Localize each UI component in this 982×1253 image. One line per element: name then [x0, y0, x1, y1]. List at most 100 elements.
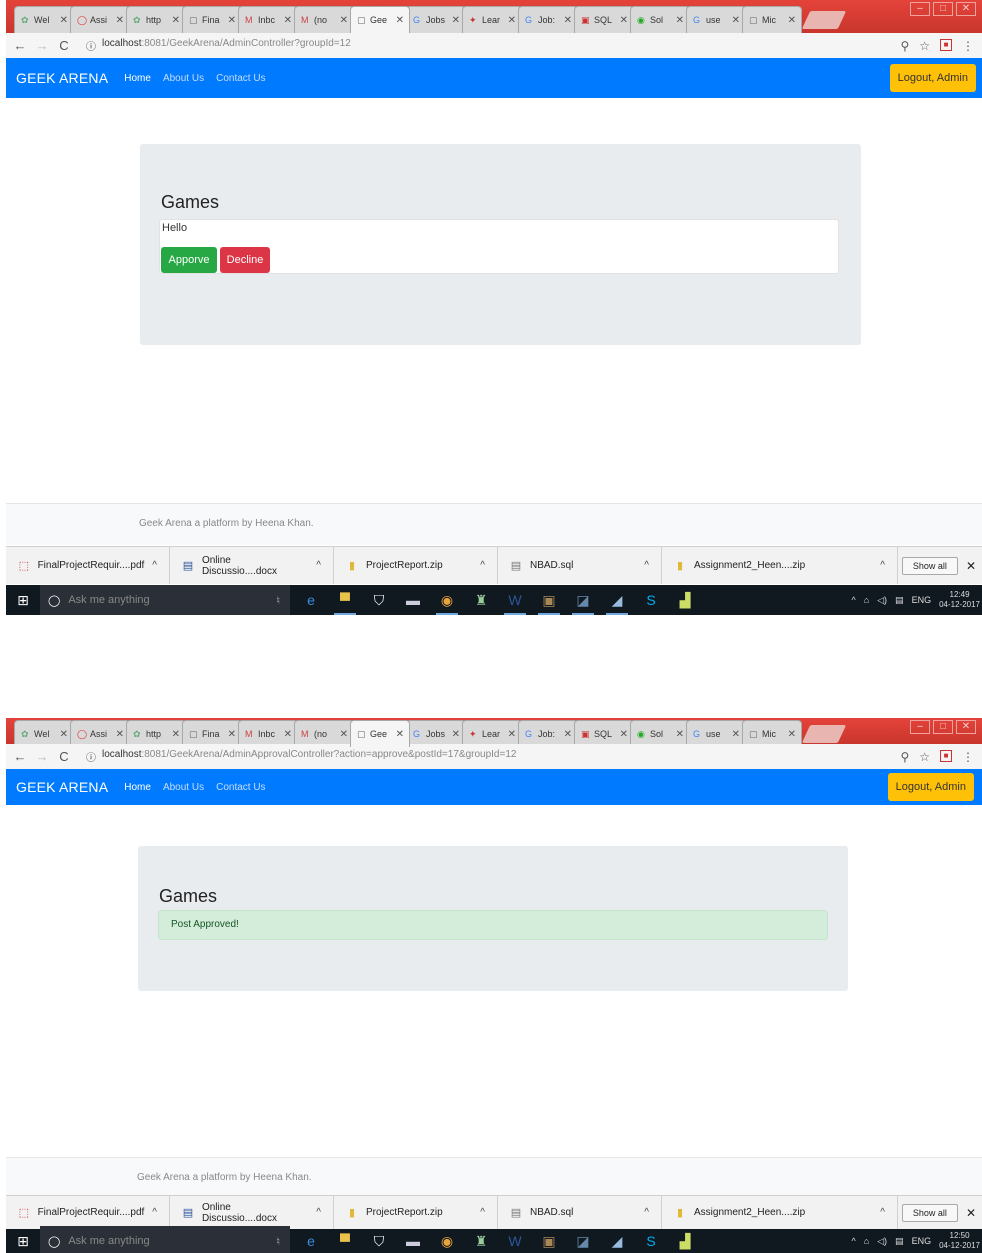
download-item[interactable]: ⬚ FinalProjectRequir....pdf ^ [6, 547, 170, 584]
browser-tab[interactable]: ▢ Mic ✕ [742, 720, 802, 747]
visual-studio-icon[interactable]: ◪ [566, 585, 600, 615]
chevron-up-icon[interactable]: ^ [880, 1207, 885, 1218]
bookmark-star-icon[interactable]: ☆ [919, 750, 930, 764]
minimize-icon[interactable]: – [910, 720, 930, 734]
paint-icon[interactable]: ◢ [600, 1226, 634, 1253]
maximize-icon[interactable]: □ [933, 2, 953, 16]
app2-icon[interactable]: ♜ [464, 585, 498, 615]
zoom-icon[interactable]: ⚲ [900, 750, 909, 764]
chevron-up-icon[interactable]: ^ [880, 560, 885, 571]
close-icon[interactable]: ✕ [966, 1206, 976, 1220]
chrome-icon[interactable]: ◉ [430, 585, 464, 615]
logout-button[interactable]: Logout, Admin [887, 773, 974, 801]
tab-close-icon[interactable]: ✕ [172, 15, 180, 26]
tab-close-icon[interactable]: ✕ [60, 729, 68, 740]
browser-tab[interactable]: Guse ✕ [686, 6, 746, 33]
tab-close-icon[interactable]: ✕ [172, 729, 180, 740]
tab-close-icon[interactable]: ✕ [228, 729, 236, 740]
download-item[interactable]: ⬚ FinalProjectRequir....pdf ^ [6, 1196, 170, 1229]
reload-icon[interactable]: C [56, 749, 72, 764]
new-tab-button[interactable] [801, 725, 847, 743]
clock[interactable]: 12:50 04-12-2017 [939, 1231, 980, 1251]
tab-close-icon[interactable]: ✕ [564, 729, 572, 740]
tab-close-icon[interactable]: ✕ [620, 15, 628, 26]
browser-tab[interactable]: ▢ Fina ✕ [182, 720, 242, 747]
new-tab-button[interactable] [801, 11, 847, 29]
tab-close-icon[interactable]: ✕ [564, 15, 572, 26]
chevron-up-icon[interactable]: ^ [316, 1207, 321, 1218]
chevron-up-icon[interactable]: ^ [480, 1207, 485, 1218]
browser-tab[interactable]: ▢ Fina ✕ [182, 6, 242, 33]
app-icon[interactable]: ▬ [396, 1226, 430, 1253]
browser-tab[interactable]: ▢ Mic ✕ [742, 6, 802, 33]
browser-tab[interactable]: G Jobs ✕ [406, 720, 466, 747]
microphone-icon[interactable]: ♮ [276, 1235, 280, 1248]
tab-close-icon[interactable]: ✕ [620, 729, 628, 740]
download-item[interactable]: ▤ Online Discussio....docx ^ [170, 1196, 334, 1229]
chevron-up-icon[interactable]: ^ [851, 595, 855, 605]
back-icon[interactable]: ← [12, 38, 28, 53]
tab-close-icon[interactable]: ✕ [788, 15, 796, 26]
windows-start-icon[interactable]: ⊞ [6, 1233, 40, 1250]
tab-close-icon[interactable]: ✕ [340, 729, 348, 740]
tab-close-icon[interactable]: ✕ [732, 15, 740, 26]
browser-tab[interactable]: ◯ Assi ✕ [70, 720, 130, 747]
network-icon[interactable]: ⌂ [864, 1236, 869, 1246]
tab-close-icon[interactable]: ✕ [508, 729, 516, 740]
browser-tab[interactable]: M Inbc ✕ [238, 6, 298, 33]
download-item[interactable]: ▮ ProjectReport.zip ^ [334, 1196, 498, 1229]
brand-logo[interactable]: GEEK ARENA [16, 779, 108, 795]
notepad-icon[interactable]: ▟ [668, 585, 702, 615]
browser-tab[interactable]: ✿ http ✕ [126, 720, 186, 747]
close-icon[interactable]: ✕ [956, 720, 976, 734]
nav-about-us[interactable]: About Us [163, 73, 204, 84]
app-icon[interactable]: ▬ [396, 585, 430, 615]
url-field[interactable]: ⓘ localhost:8081/GeekArena/AdminControll… [86, 38, 351, 53]
cortana-search-box[interactable]: ◯ Ask me anything ♮ [40, 585, 290, 615]
tab-close-icon[interactable]: ✕ [396, 15, 404, 26]
browser-tab[interactable]: Guse ✕ [686, 720, 746, 747]
browser-tab[interactable]: M (no ✕ [294, 720, 354, 747]
decline-button[interactable]: Decline [220, 247, 270, 273]
browser-tab[interactable]: ✿ Wel ✕ [14, 6, 74, 33]
download-item[interactable]: ▤ Online Discussio....docx ^ [170, 547, 334, 584]
close-icon[interactable]: ✕ [956, 2, 976, 16]
download-item[interactable]: ▮ Assignment2_Heen....zip ^ [662, 547, 898, 584]
visual-studio-icon[interactable]: ◪ [566, 1226, 600, 1253]
word-icon[interactable]: W [498, 585, 532, 615]
browser-tab[interactable]: M (no ✕ [294, 6, 354, 33]
volume-icon[interactable]: ◁) [877, 595, 887, 606]
windows-start-icon[interactable]: ⊞ [6, 592, 40, 609]
tab-close-icon[interactable]: ✕ [676, 15, 684, 26]
tab-close-icon[interactable]: ✕ [60, 15, 68, 26]
bookmark-star-icon[interactable]: ☆ [919, 39, 930, 53]
tab-close-icon[interactable]: ✕ [396, 729, 404, 740]
chevron-up-icon[interactable]: ^ [152, 1207, 157, 1218]
browser-tab[interactable]: G Jobs ✕ [406, 6, 466, 33]
browser-tab[interactable]: ◉ Sol ✕ [630, 6, 690, 33]
chevron-up-icon[interactable]: ^ [851, 1236, 855, 1246]
tab-close-icon[interactable]: ✕ [676, 729, 684, 740]
tab-close-icon[interactable]: ✕ [116, 15, 124, 26]
url-field[interactable]: ⓘ localhost:8081/GeekArena/AdminApproval… [86, 749, 516, 764]
file-explorer-icon[interactable]: ▀ [328, 585, 362, 615]
tab-close-icon[interactable]: ✕ [508, 15, 516, 26]
chevron-up-icon[interactable]: ^ [480, 560, 485, 571]
reload-icon[interactable]: C [56, 38, 72, 53]
download-item[interactable]: ▤ NBAD.sql ^ [498, 547, 662, 584]
browser-tab[interactable]: ✿ Wel ✕ [14, 720, 74, 747]
nav-contact-us[interactable]: Contact Us [216, 782, 265, 793]
tab-close-icon[interactable]: ✕ [788, 729, 796, 740]
microphone-icon[interactable]: ♮ [276, 594, 280, 607]
chevron-up-icon[interactable]: ^ [152, 560, 157, 571]
download-item[interactable]: ▮ ProjectReport.zip ^ [334, 547, 498, 584]
browser-tab[interactable]: ▣ SQL ✕ [574, 720, 634, 747]
tab-close-icon[interactable]: ✕ [228, 15, 236, 26]
game-icon[interactable]: ▣ [532, 585, 566, 615]
clock[interactable]: 12:49 04-12-2017 [939, 590, 980, 610]
browser-tab[interactable]: ◯ Assi ✕ [70, 6, 130, 33]
approve-button[interactable]: Apporve [161, 247, 217, 273]
app2-icon[interactable]: ♜ [464, 1226, 498, 1253]
nav-home[interactable]: Home [124, 782, 151, 793]
chevron-up-icon[interactable]: ^ [316, 560, 321, 571]
